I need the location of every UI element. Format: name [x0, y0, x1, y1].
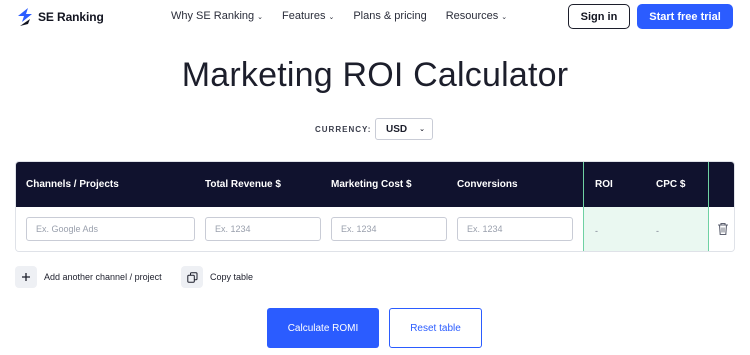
roi-value: -: [595, 226, 598, 236]
roi-table: Channels / Projects Total Revenue $ Mark…: [15, 161, 735, 252]
column-header-cpc: CPC $: [656, 179, 686, 190]
menu-item-label: Plans & pricing: [353, 10, 427, 22]
table-header: Channels / Projects Total Revenue $ Mark…: [16, 162, 734, 207]
chevron-down-icon: ⌄: [501, 13, 508, 21]
results-header-zone: ROI CPC $: [583, 162, 709, 207]
chevron-down-icon: ⌄: [419, 126, 425, 133]
menu-item-resources[interactable]: Resources ⌄: [446, 10, 507, 22]
total-revenue-input[interactable]: [205, 217, 321, 241]
column-header-roi: ROI: [595, 179, 613, 190]
column-header-total-revenue: Total Revenue $: [205, 179, 281, 190]
menu-item-features[interactable]: Features ⌄: [282, 10, 334, 22]
column-header-channels: Channels / Projects: [26, 179, 119, 190]
add-channel-label: Add another channel / project: [44, 272, 162, 282]
se-ranking-logo-icon: [18, 8, 32, 26]
column-header-marketing-cost: Marketing Cost $: [331, 179, 412, 190]
reset-table-button[interactable]: Reset table: [389, 308, 482, 348]
column-header-conversions: Conversions: [457, 179, 518, 190]
brand-name: SE Ranking: [38, 10, 104, 24]
copy-table-button[interactable]: Copy table: [181, 266, 253, 288]
currency-label: CURRENCY:: [315, 125, 372, 134]
chevron-down-icon: ⌄: [328, 13, 335, 21]
menu-item-label: Features: [282, 10, 326, 22]
page-title: Marketing ROI Calculator: [181, 56, 569, 94]
main-menu: Why SE Ranking ⌄ Features ⌄ Plans & pric…: [171, 10, 507, 22]
currency-select[interactable]: USD ⌄: [375, 118, 433, 140]
cpc-value: -: [656, 226, 659, 236]
top-navbar: SE Ranking Why SE Ranking ⌄ Features ⌄ P…: [0, 0, 750, 34]
add-channel-button[interactable]: Add another channel / project: [15, 266, 162, 288]
trash-icon[interactable]: [717, 222, 729, 236]
channel-input[interactable]: [26, 217, 195, 241]
start-free-trial-button[interactable]: Start free trial: [637, 4, 733, 29]
calculate-romi-button[interactable]: Calculate ROMI: [267, 308, 379, 348]
conversions-input[interactable]: [457, 217, 573, 241]
menu-item-label: Why SE Ranking: [171, 10, 255, 22]
copy-icon: [181, 266, 203, 288]
menu-item-why-se-ranking[interactable]: Why SE Ranking ⌄: [171, 10, 263, 22]
results-zone: - -: [583, 207, 709, 251]
sign-in-button[interactable]: Sign in: [568, 4, 630, 29]
menu-item-plans-pricing[interactable]: Plans & pricing: [353, 10, 426, 22]
menu-item-label: Resources: [445, 10, 499, 22]
brand-logo[interactable]: SE Ranking: [16, 6, 104, 28]
currency-value: USD: [386, 123, 408, 135]
chevron-down-icon: ⌄: [257, 13, 264, 21]
marketing-cost-input[interactable]: [331, 217, 447, 241]
plus-icon: [15, 266, 37, 288]
table-row: - -: [16, 207, 734, 251]
copy-table-label: Copy table: [210, 272, 254, 282]
